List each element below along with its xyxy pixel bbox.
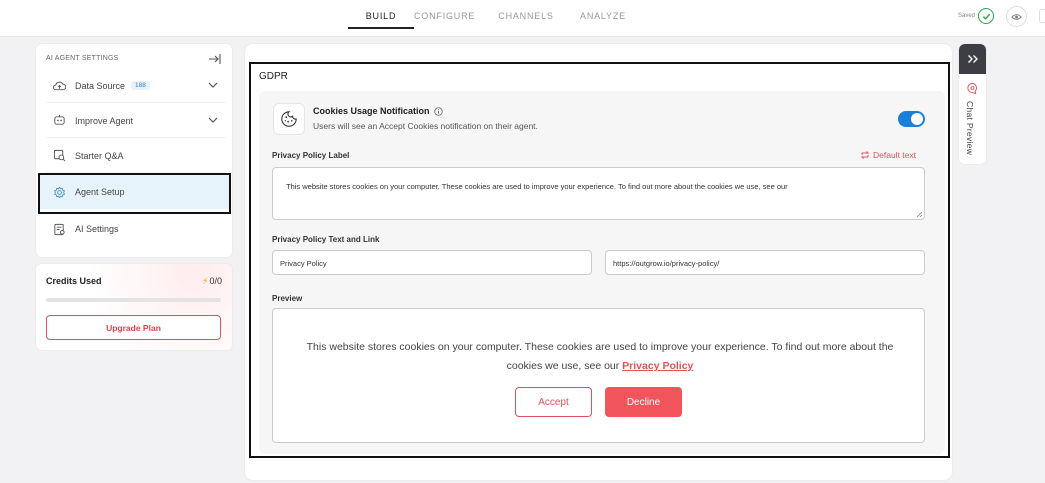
sidebar-item-improve-agent[interactable]: Improve Agent (46, 104, 226, 138)
tab-build[interactable]: BUILD (348, 0, 414, 29)
credits-value: ⚡0/0 (202, 276, 222, 287)
cookie-notification-title: Cookies Usage Notification (313, 106, 443, 116)
credits-progress-bar (46, 298, 221, 302)
cookie-notification-toggle[interactable] (898, 111, 925, 127)
sidebar-item-label: AI Settings (75, 224, 119, 234)
chevron-down-icon (208, 117, 218, 123)
default-text-label: Default text (873, 150, 916, 160)
toggle-knob (911, 113, 923, 125)
ai-settings-icon (52, 222, 66, 236)
double-chevron-right-icon (967, 55, 978, 63)
tab-analyze[interactable]: ANALYZE (570, 0, 636, 29)
sidebar-item-starter-qa[interactable]: Starter Q&A (46, 139, 226, 173)
cookie-title-text: Cookies Usage Notification (313, 106, 430, 116)
overflow-button[interactable] (1039, 9, 1045, 23)
tab-configure[interactable]: CONFIGURE (414, 0, 474, 29)
chat-preview-label: Chat Preview (965, 101, 975, 156)
cookie-icon (273, 103, 305, 135)
credits-count: 0/0 (209, 276, 222, 286)
preview-message: This website stores cookies on your comp… (306, 338, 894, 376)
top-nav: BUILD CONFIGURE CHANNELS ANALYZE Saved (0, 0, 1045, 37)
privacy-policy-label-title: Privacy Policy Label (272, 151, 350, 160)
check-circle-icon (978, 8, 995, 24)
sidebar-item-label: Data Source (75, 80, 126, 91)
nav-tabs: BUILD CONFIGURE CHANNELS ANALYZE (348, 0, 636, 29)
data-source-icon (52, 79, 66, 93)
accept-button[interactable]: Accept (515, 387, 592, 417)
privacy-policy-link-value: https://outgrow.io/privacy-policy/ (613, 259, 720, 268)
sidebar-item-label: Starter Q&A (75, 150, 124, 161)
preview-eye-button[interactable] (1006, 6, 1027, 27)
eye-icon (1011, 13, 1022, 20)
saved-status: Saved (958, 8, 995, 24)
cookie-notification-description: Users will see an Accept Cookies notific… (313, 121, 538, 131)
sidebar-item-label: Agent Setup (75, 187, 125, 197)
chevron-down-icon (208, 82, 218, 88)
resize-handle-icon[interactable] (916, 211, 923, 218)
improve-agent-icon (52, 114, 66, 128)
starter-qa-icon (52, 149, 66, 163)
credits-title: Credits Used (46, 276, 102, 286)
credits-card: Credits Used ⚡0/0 Upgrade Plan (36, 264, 232, 350)
bolt-icon: ⚡ (202, 276, 209, 286)
privacy-policy-link[interactable]: Privacy Policy (622, 360, 693, 372)
chat-bubble-icon (967, 82, 977, 95)
sidebar-item-label: Improve Agent (75, 115, 134, 126)
sidebar-item-ai-settings[interactable]: AI Settings (46, 212, 226, 246)
chat-preview-rail[interactable]: Chat Preview (959, 44, 986, 164)
decline-button[interactable]: Decline (605, 387, 682, 417)
collapse-sidebar-icon[interactable] (208, 53, 222, 65)
saved-label: Saved (958, 13, 976, 19)
upgrade-plan-button[interactable]: Upgrade Plan (46, 315, 221, 340)
privacy-policy-text-input[interactable]: Privacy Policy (272, 250, 592, 275)
default-text-button[interactable]: Default text (860, 150, 916, 160)
privacy-policy-link-input[interactable]: https://outgrow.io/privacy-policy/ (605, 250, 925, 275)
privacy-policy-text-link-title: Privacy Policy Text and Link (272, 235, 380, 244)
sidebar-header: AI AGENT SETTINGS (46, 55, 119, 62)
sidebar-item-agent-setup[interactable]: Agent Setup (40, 175, 230, 209)
privacy-policy-label-textarea[interactable]: This website stores cookies on your comp… (272, 167, 925, 220)
preview-title: Preview (272, 294, 303, 303)
reset-icon (860, 151, 870, 159)
data-source-count-badge: 188 (131, 81, 150, 90)
gdpr-section-title: GDPR (259, 71, 288, 82)
privacy-policy-label-value: This website stores cookies on your comp… (286, 182, 788, 191)
gear-icon (52, 185, 66, 199)
settings-sidebar: AI AGENT SETTINGS Data Source 188 Improv… (36, 44, 232, 257)
sidebar-item-data-source[interactable]: Data Source 188 (46, 69, 226, 103)
privacy-policy-text-value: Privacy Policy (280, 259, 327, 268)
info-icon[interactable] (433, 106, 443, 116)
tab-channels[interactable]: CHANNELS (482, 0, 570, 29)
expand-chat-preview-button[interactable] (959, 44, 986, 74)
preview-message-text: This website stores cookies on your comp… (306, 341, 894, 372)
